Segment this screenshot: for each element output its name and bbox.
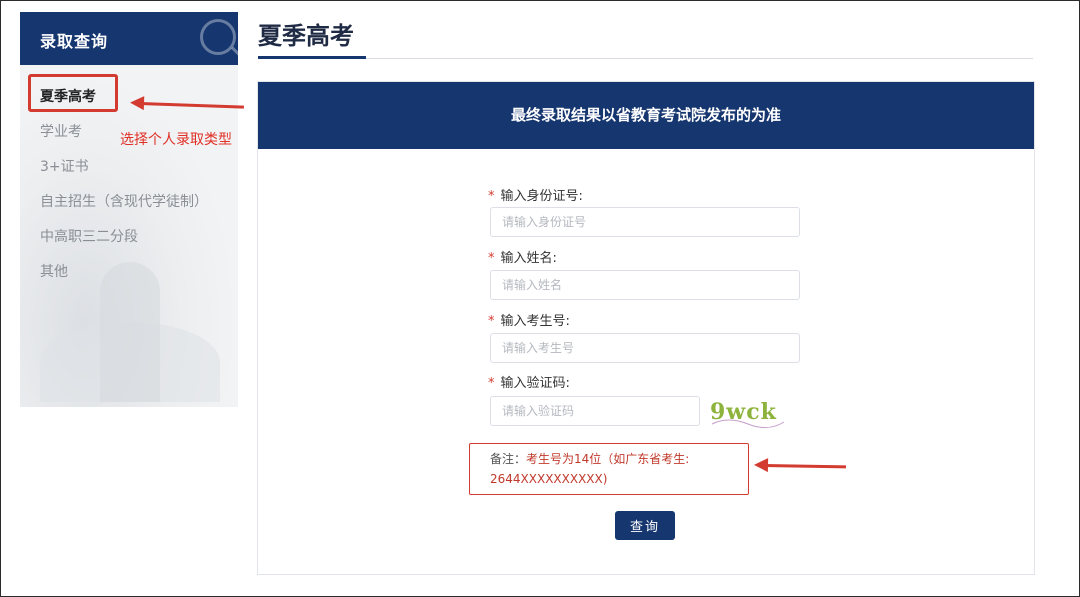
captcha-image[interactable]: 9wck	[708, 394, 788, 430]
highlight-box	[28, 74, 118, 112]
page-title: 夏季高考	[258, 22, 354, 50]
notice-banner: 最终录取结果以省教育考试院发布的为准	[258, 82, 1034, 149]
required-mark: *	[488, 189, 495, 204]
required-mark: *	[488, 251, 495, 266]
id-number-input[interactable]	[490, 207, 800, 237]
search-icon	[200, 19, 236, 55]
sidebar-item-secondary-higher-vocational[interactable]: 中高职三二分段	[20, 220, 238, 255]
sidebar: 录取查询 夏季高考 学业考 3+证书 自主招生（含现代学徒制） 中高职三二分段 …	[20, 12, 238, 407]
required-mark: *	[488, 376, 495, 391]
search-icon-handle	[230, 46, 238, 59]
sidebar-item-other[interactable]: 其他	[20, 255, 238, 290]
id-number-label: * 输入身份证号:	[488, 189, 583, 204]
title-divider	[258, 58, 1033, 59]
sidebar-header: 录取查询	[20, 12, 238, 65]
sidebar-item-3plus-certificate[interactable]: 3+证书	[20, 150, 238, 185]
captcha-text: 9wck	[710, 399, 777, 425]
annotation-text: 选择个人录取类型	[120, 132, 232, 148]
remark-box: 备注：考生号为14位（如广东省考生: 2644XXXXXXXXXX)	[469, 443, 749, 495]
exam-number-input[interactable]	[490, 333, 800, 363]
remark-text-line1: 考生号为14位（如广东省考生:	[526, 452, 690, 466]
title-underline	[258, 56, 366, 59]
sidebar-item-independent-enrollment[interactable]: 自主招生（含现代学徒制）	[20, 185, 238, 220]
captcha-label: * 输入验证码:	[488, 376, 570, 391]
remark-label: 备注：	[490, 452, 527, 466]
name-input[interactable]	[490, 270, 800, 300]
captcha-input[interactable]	[490, 396, 700, 426]
query-button[interactable]: 查询	[615, 511, 675, 540]
required-mark: *	[488, 314, 495, 329]
query-card: 最终录取结果以省教育考试院发布的为准	[257, 81, 1035, 575]
remark-text-line2: 2644XXXXXXXXXX)	[490, 472, 608, 486]
exam-number-label: * 输入考生号:	[488, 314, 570, 329]
name-label: * 输入姓名:	[488, 251, 557, 266]
sidebar-title: 录取查询	[40, 32, 109, 51]
